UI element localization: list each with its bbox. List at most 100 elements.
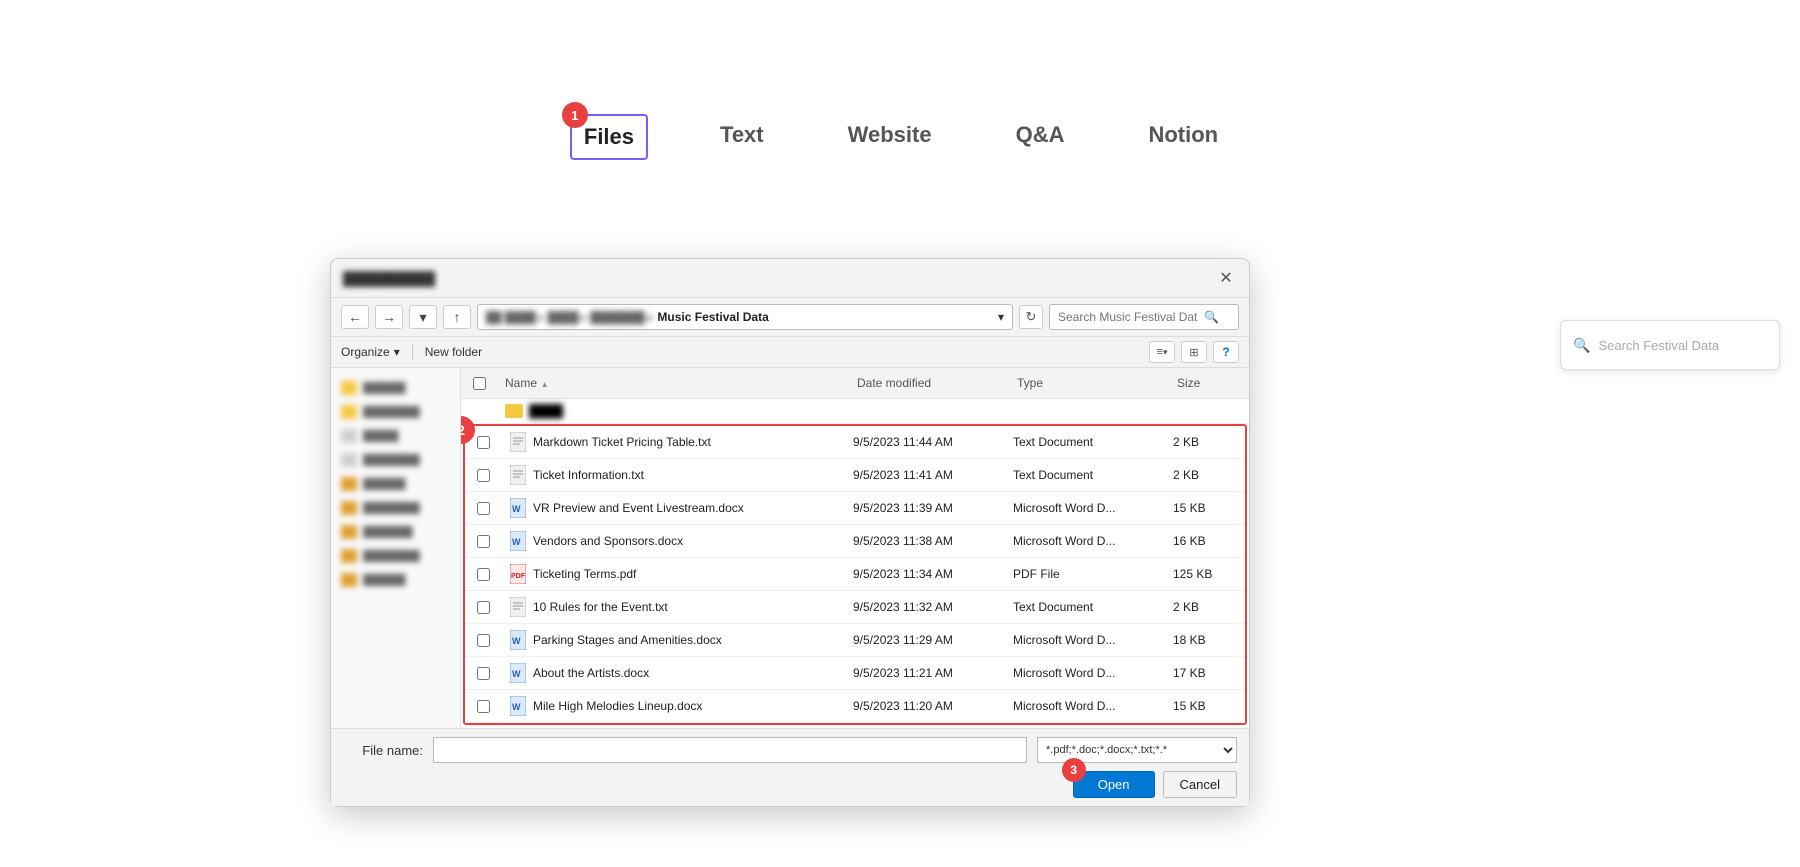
- nav-panel-item-3[interactable]: █████: [331, 424, 460, 448]
- open-button[interactable]: 3 Open: [1073, 771, 1155, 798]
- row-checkbox[interactable]: [477, 535, 490, 548]
- nav-recent-button[interactable]: ▾: [409, 305, 437, 329]
- row-checkbox[interactable]: [477, 436, 490, 449]
- dialog-toolbar: Organize ▾ New folder ≡ ▾ ⊞ ?: [331, 337, 1249, 368]
- nav-up-button[interactable]: ↑: [443, 305, 471, 329]
- table-row[interactable]: 10 Rules for the Event.txt 9/5/2023 11:3…: [465, 591, 1245, 624]
- row-checkbox-cell[interactable]: [465, 568, 501, 581]
- dialog-body: ██████ ████████ █████ ████████ ██████ ██…: [331, 368, 1249, 728]
- file-size: 2 KB: [1165, 465, 1245, 485]
- view-tiles-icon: ⊞: [1189, 346, 1198, 359]
- parent-folder-label: ████: [529, 404, 563, 418]
- search-panel-icon: 🔍: [1573, 337, 1590, 354]
- row-checkbox[interactable]: [477, 568, 490, 581]
- file-date: 9/5/2023 11:41 AM: [845, 465, 1005, 485]
- row-checkbox-cell[interactable]: [465, 469, 501, 482]
- row-checkbox-cell[interactable]: [465, 700, 501, 713]
- nav-path-chevron: ▾: [998, 310, 1004, 324]
- row-checkbox-cell[interactable]: [465, 601, 501, 614]
- file-name: Parking Stages and Amenities.docx: [533, 633, 722, 647]
- row-checkbox-cell[interactable]: [465, 502, 501, 515]
- txt-file-icon: [509, 596, 527, 618]
- tab-notion[interactable]: Notion: [1136, 114, 1230, 160]
- nav-panel: ██████ ████████ █████ ████████ ██████ ██…: [331, 368, 461, 728]
- dialog-nav: ← → ▾ ↑ ██ ████ ▸ ████ ▸ ███████ ▸ Music…: [331, 298, 1249, 337]
- parent-date-cell: [849, 408, 1009, 414]
- table-row[interactable]: Markdown Ticket Pricing Table.txt 9/5/20…: [465, 426, 1245, 459]
- organize-button[interactable]: Organize ▾: [341, 345, 400, 359]
- nav-panel-item-5[interactable]: ██████: [331, 472, 460, 496]
- row-checkbox[interactable]: [477, 601, 490, 614]
- docx-file-icon: W: [509, 629, 527, 651]
- nav-path[interactable]: ██ ████ ▸ ████ ▸ ███████ ▸ Music Festiva…: [477, 304, 1013, 330]
- tab-files[interactable]: 1 Files: [570, 114, 648, 160]
- new-folder-button[interactable]: New folder: [425, 345, 482, 359]
- nav-path-current: Music Festival Data: [657, 310, 768, 324]
- col-header-type[interactable]: Type: [1009, 372, 1169, 394]
- file-date: 9/5/2023 11:32 AM: [845, 597, 1005, 617]
- tab-text[interactable]: Text: [708, 114, 776, 160]
- file-name-cell: W VR Preview and Event Livestream.docx: [501, 494, 845, 522]
- svg-text:PDF: PDF: [511, 573, 526, 580]
- nav-back-button[interactable]: ←: [341, 305, 369, 329]
- txt-file-icon: [509, 431, 527, 453]
- tab-qa[interactable]: Q&A: [1004, 114, 1077, 160]
- nav-search-input[interactable]: [1058, 310, 1198, 324]
- col-header-date[interactable]: Date modified: [849, 372, 1009, 394]
- table-row[interactable]: W Vendors and Sponsors.docx 9/5/2023 11:…: [465, 525, 1245, 558]
- column-headers: Name ▴ Date modified Type Size: [461, 368, 1249, 399]
- select-all-checkbox[interactable]: [473, 377, 486, 390]
- table-row[interactable]: Ticket Information.txt 9/5/2023 11:41 AM…: [465, 459, 1245, 492]
- table-row[interactable]: W Mile High Melodies Lineup.docx 9/5/202…: [465, 690, 1245, 723]
- dialog-close-button[interactable]: ✕: [1215, 267, 1237, 289]
- view-help-button[interactable]: ?: [1213, 341, 1239, 363]
- row-checkbox-cell[interactable]: [465, 535, 501, 548]
- parent-type-cell: [1009, 408, 1169, 414]
- table-row[interactable]: PDF Ticketing Terms.pdf 9/5/2023 11:34 A…: [465, 558, 1245, 591]
- row-checkbox[interactable]: [477, 469, 490, 482]
- nav-forward-button[interactable]: →: [375, 305, 403, 329]
- dialog-titlebar: ██████████ ✕: [331, 259, 1249, 298]
- file-name: Mile High Melodies Lineup.docx: [533, 699, 702, 713]
- docx-file-icon: W: [509, 695, 527, 717]
- tab-website[interactable]: Website: [836, 114, 944, 160]
- nav-panel-item-1[interactable]: ██████: [331, 376, 460, 400]
- help-icon: ?: [1222, 345, 1229, 359]
- cancel-button[interactable]: Cancel: [1163, 771, 1237, 798]
- file-size: 16 KB: [1165, 531, 1245, 551]
- file-name-cell: W About the Artists.docx: [501, 659, 845, 687]
- row-checkbox-cell[interactable]: [465, 634, 501, 647]
- table-row[interactable]: W About the Artists.docx 9/5/2023 11:21 …: [465, 657, 1245, 690]
- nav-path-prefix: ██ ████ ▸ ████ ▸ ███████ ▸: [486, 311, 653, 324]
- file-date: 9/5/2023 11:20 AM: [845, 696, 1005, 716]
- table-row[interactable]: W Parking Stages and Amenities.docx 9/5/…: [465, 624, 1245, 657]
- nav-panel-item-9[interactable]: ██████: [331, 568, 460, 592]
- row-checkbox[interactable]: [477, 634, 490, 647]
- filename-input[interactable]: [433, 737, 1027, 763]
- view-tiles-button[interactable]: ⊞: [1181, 341, 1207, 363]
- parent-folder-icon: [505, 404, 523, 418]
- row-checkbox[interactable]: [477, 667, 490, 680]
- step2-outline: Markdown Ticket Pricing Table.txt 9/5/20…: [463, 424, 1247, 725]
- parent-folder-row[interactable]: ████: [461, 399, 1249, 424]
- nav-panel-item-8[interactable]: ████████: [331, 544, 460, 568]
- nav-panel-item-6[interactable]: ████████: [331, 496, 460, 520]
- row-checkbox[interactable]: [477, 502, 490, 515]
- row-checkbox[interactable]: [477, 700, 490, 713]
- svg-text:W: W: [512, 669, 521, 679]
- nav-search[interactable]: 🔍: [1049, 304, 1239, 330]
- table-row[interactable]: W VR Preview and Event Livestream.docx 9…: [465, 492, 1245, 525]
- organize-label: Organize: [341, 345, 390, 359]
- parent-size-cell: [1169, 408, 1249, 414]
- file-type: Microsoft Word D...: [1005, 663, 1165, 683]
- col-header-size[interactable]: Size: [1169, 372, 1249, 394]
- nav-panel-item-2[interactable]: ████████: [331, 400, 460, 424]
- nav-panel-item-7[interactable]: ███████: [331, 520, 460, 544]
- col-header-name[interactable]: Name ▴: [497, 372, 849, 394]
- files-step2-wrapper: 2 Markdown Ticket Pricing Table.txt: [461, 424, 1249, 725]
- nav-refresh-button[interactable]: ↻: [1019, 305, 1043, 329]
- file-name: About the Artists.docx: [533, 666, 649, 680]
- nav-panel-item-4[interactable]: ████████: [331, 448, 460, 472]
- row-checkbox-cell[interactable]: [465, 667, 501, 680]
- view-list-button[interactable]: ≡ ▾: [1149, 341, 1175, 363]
